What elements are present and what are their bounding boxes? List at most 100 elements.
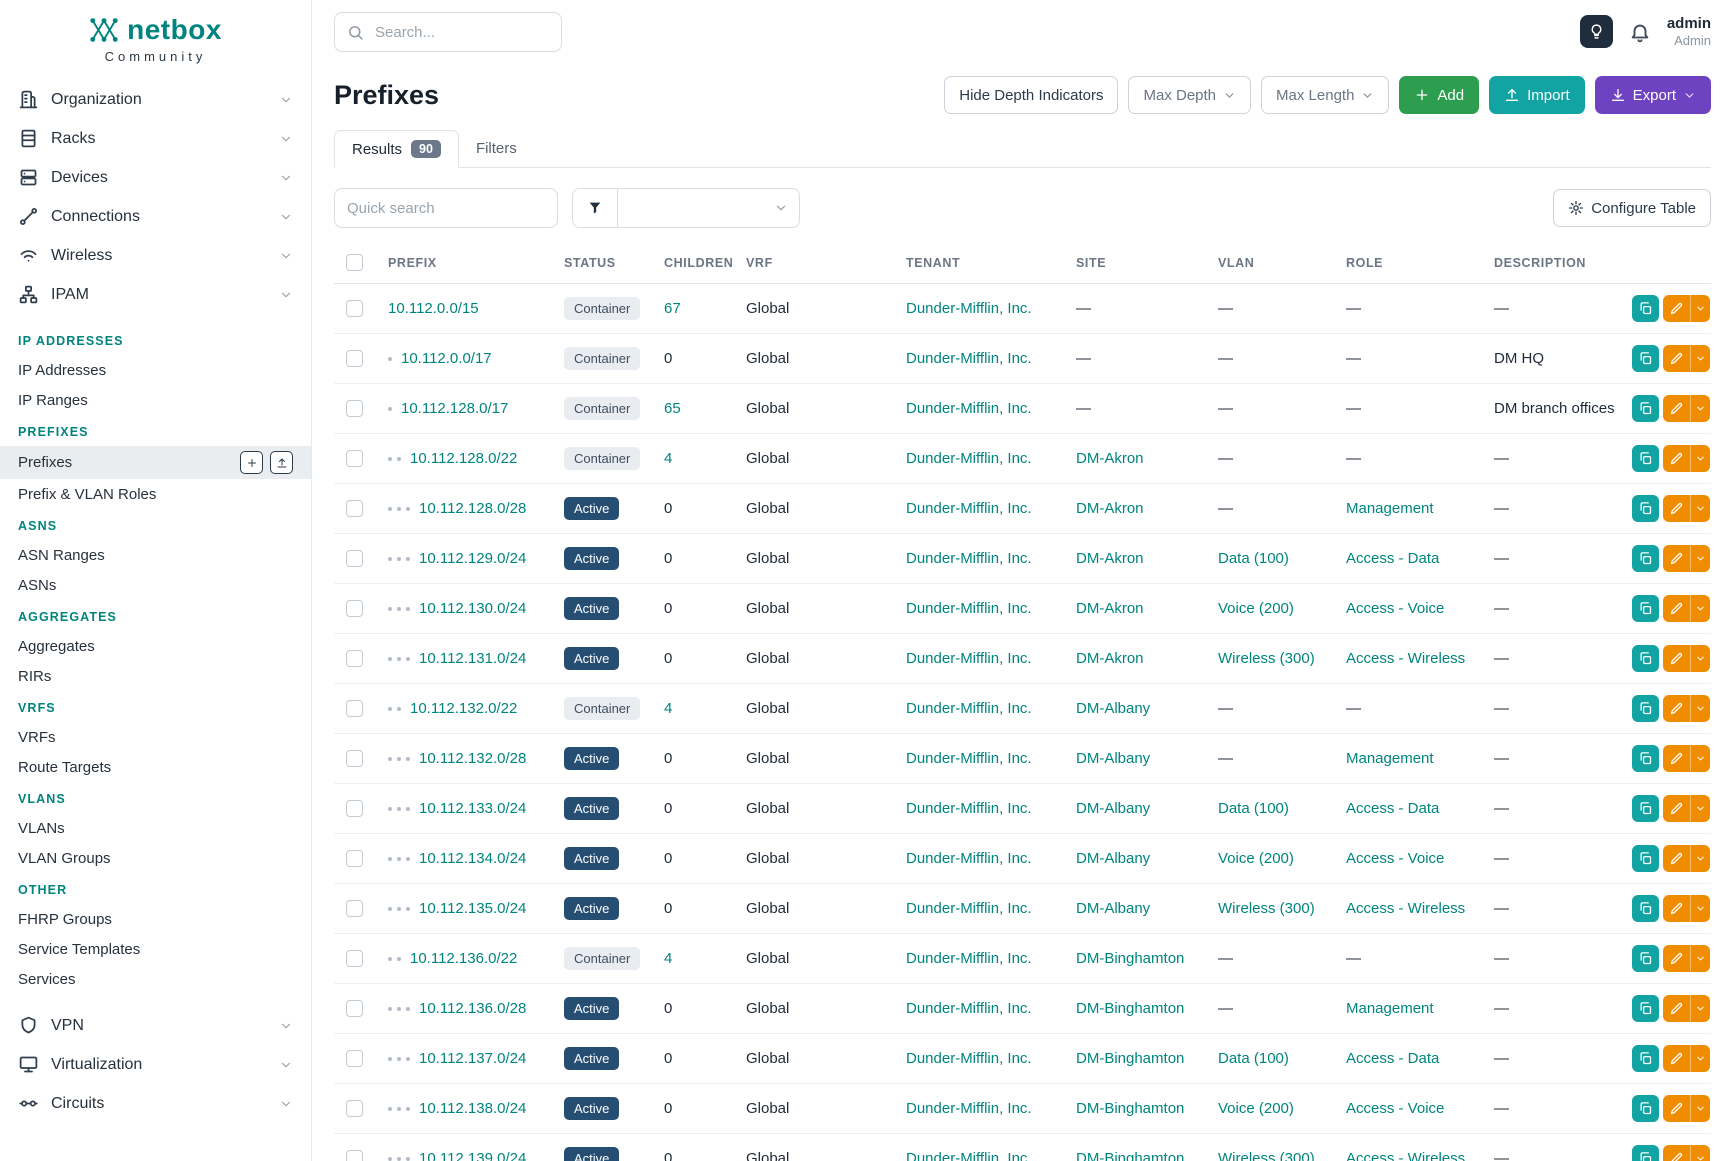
vlan-link[interactable]: Wireless (300) xyxy=(1218,1150,1315,1161)
saved-filter-select[interactable] xyxy=(618,188,800,228)
sidebar-item-rirs[interactable]: RIRs xyxy=(0,661,311,691)
edit-dropdown-button[interactable] xyxy=(1690,845,1710,872)
sidebar-item-organization[interactable]: Organization xyxy=(0,80,311,119)
sidebar-item-vpn[interactable]: VPN xyxy=(0,1006,311,1045)
edit-dropdown-button[interactable] xyxy=(1690,595,1710,622)
prefix-link[interactable]: 10.112.128.0/17 xyxy=(401,400,508,417)
edit-button[interactable] xyxy=(1663,645,1690,672)
tenant-link[interactable]: Dunder-Mifflin, Inc. xyxy=(906,850,1032,867)
children-count-link[interactable]: 4 xyxy=(664,700,672,717)
tenant-link[interactable]: Dunder-Mifflin, Inc. xyxy=(906,900,1032,917)
row-checkbox[interactable] xyxy=(346,1000,363,1017)
row-checkbox[interactable] xyxy=(346,550,363,567)
clone-button[interactable] xyxy=(1632,845,1659,872)
row-checkbox[interactable] xyxy=(346,300,363,317)
hide-depth-indicators-button[interactable]: Hide Depth Indicators xyxy=(944,76,1118,114)
column-header-children[interactable]: CHILDREN xyxy=(652,242,734,284)
tenant-link[interactable]: Dunder-Mifflin, Inc. xyxy=(906,300,1032,317)
tab-filters[interactable]: Filters xyxy=(459,130,534,167)
vlan-link[interactable]: Voice (200) xyxy=(1218,1100,1294,1117)
edit-dropdown-button[interactable] xyxy=(1690,895,1710,922)
edit-button[interactable] xyxy=(1663,945,1690,972)
edit-dropdown-button[interactable] xyxy=(1690,445,1710,472)
edit-dropdown-button[interactable] xyxy=(1690,495,1710,522)
edit-button[interactable] xyxy=(1663,1045,1690,1072)
vlan-link[interactable]: Wireless (300) xyxy=(1218,650,1315,667)
column-header-site[interactable]: SITE xyxy=(1064,242,1206,284)
configure-table-button[interactable]: Configure Table xyxy=(1553,189,1711,227)
prefix-link[interactable]: 10.112.135.0/24 xyxy=(419,900,526,917)
edit-button[interactable] xyxy=(1663,295,1690,322)
prefix-link[interactable]: 10.112.132.0/28 xyxy=(419,750,526,767)
edit-dropdown-button[interactable] xyxy=(1690,295,1710,322)
sidebar-item-route-targets[interactable]: Route Targets xyxy=(0,752,311,782)
edit-button[interactable] xyxy=(1663,495,1690,522)
clone-button[interactable] xyxy=(1632,495,1659,522)
site-link[interactable]: DM-Akron xyxy=(1076,450,1144,467)
clone-button[interactable] xyxy=(1632,995,1659,1022)
sidebar-item-aggregates[interactable]: Aggregates xyxy=(0,631,311,661)
edit-dropdown-button[interactable] xyxy=(1690,545,1710,572)
edit-button[interactable] xyxy=(1663,745,1690,772)
row-checkbox[interactable] xyxy=(346,950,363,967)
site-link[interactable]: DM-Binghamton xyxy=(1076,1100,1184,1117)
children-count-link[interactable]: 65 xyxy=(664,400,681,417)
column-header-vrf[interactable]: VRF xyxy=(734,242,894,284)
role-link[interactable]: Access - Wireless xyxy=(1346,650,1465,667)
role-link[interactable]: Access - Voice xyxy=(1346,850,1444,867)
prefix-link[interactable]: 10.112.0.0/15 xyxy=(388,300,479,317)
row-checkbox[interactable] xyxy=(346,1150,363,1161)
sidebar-item-prefix-vlan-roles[interactable]: Prefix & VLAN Roles xyxy=(0,479,311,509)
sidebar-item-asns[interactable]: ASNs xyxy=(0,570,311,600)
edit-button[interactable] xyxy=(1663,795,1690,822)
sidebar-item-racks[interactable]: Racks xyxy=(0,119,311,158)
children-count-link[interactable]: 67 xyxy=(664,300,681,317)
sidebar-item-ip-addresses[interactable]: IP Addresses xyxy=(0,355,311,385)
role-link[interactable]: Access - Voice xyxy=(1346,1100,1444,1117)
tenant-link[interactable]: Dunder-Mifflin, Inc. xyxy=(906,1100,1032,1117)
edit-dropdown-button[interactable] xyxy=(1690,945,1710,972)
prefix-link[interactable]: 10.112.0.0/17 xyxy=(401,350,492,367)
edit-dropdown-button[interactable] xyxy=(1690,395,1710,422)
edit-dropdown-button[interactable] xyxy=(1690,745,1710,772)
clone-button[interactable] xyxy=(1632,895,1659,922)
edit-dropdown-button[interactable] xyxy=(1690,695,1710,722)
column-header-description[interactable]: DESCRIPTION xyxy=(1482,242,1632,284)
tenant-link[interactable]: Dunder-Mifflin, Inc. xyxy=(906,1050,1032,1067)
row-checkbox[interactable] xyxy=(346,850,363,867)
vlan-link[interactable]: Voice (200) xyxy=(1218,600,1294,617)
tenant-link[interactable]: Dunder-Mifflin, Inc. xyxy=(906,450,1032,467)
row-checkbox[interactable] xyxy=(346,1100,363,1117)
sidebar-item-vlan-groups[interactable]: VLAN Groups xyxy=(0,843,311,873)
clone-button[interactable] xyxy=(1632,545,1659,572)
clone-button[interactable] xyxy=(1632,1095,1659,1122)
clone-button[interactable] xyxy=(1632,645,1659,672)
vlan-link[interactable]: Wireless (300) xyxy=(1218,900,1315,917)
row-checkbox[interactable] xyxy=(346,650,363,667)
sidebar-item-devices[interactable]: Devices xyxy=(0,158,311,197)
site-link[interactable]: DM-Albany xyxy=(1076,750,1150,767)
prefix-link[interactable]: 10.112.128.0/28 xyxy=(419,500,526,517)
edit-button[interactable] xyxy=(1663,545,1690,572)
sidebar-item-ip-ranges[interactable]: IP Ranges xyxy=(0,385,311,415)
import-button[interactable]: Import xyxy=(1489,76,1585,114)
prefix-link[interactable]: 10.112.137.0/24 xyxy=(419,1050,526,1067)
prefix-link[interactable]: 10.112.134.0/24 xyxy=(419,850,526,867)
role-link[interactable]: Management xyxy=(1346,1000,1434,1017)
tenant-link[interactable]: Dunder-Mifflin, Inc. xyxy=(906,950,1032,967)
row-checkbox[interactable] xyxy=(346,750,363,767)
site-link[interactable]: DM-Akron xyxy=(1076,600,1144,617)
quick-import-button[interactable] xyxy=(270,451,293,474)
children-count-link[interactable]: 4 xyxy=(664,950,672,967)
site-link[interactable]: DM-Binghamton xyxy=(1076,1000,1184,1017)
edit-dropdown-button[interactable] xyxy=(1690,1045,1710,1072)
site-link[interactable]: DM-Akron xyxy=(1076,550,1144,567)
role-link[interactable]: Access - Data xyxy=(1346,800,1439,817)
sidebar-item-circuits[interactable]: Circuits xyxy=(0,1084,311,1123)
prefix-link[interactable]: 10.112.136.0/22 xyxy=(410,950,517,967)
clone-button[interactable] xyxy=(1632,295,1659,322)
role-link[interactable]: Access - Wireless xyxy=(1346,1150,1465,1161)
prefix-link[interactable]: 10.112.128.0/22 xyxy=(410,450,517,467)
sidebar-item-asn-ranges[interactable]: ASN Ranges xyxy=(0,540,311,570)
row-checkbox[interactable] xyxy=(346,350,363,367)
